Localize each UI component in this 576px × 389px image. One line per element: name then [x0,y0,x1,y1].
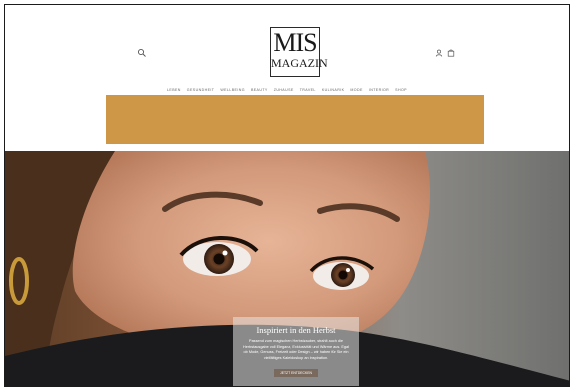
logo-line-2: MAGAZIN [271,56,328,70]
nav-item-mode[interactable]: MODE [350,88,362,92]
account-icon[interactable] [435,49,443,57]
search-icon[interactable] [137,48,147,58]
site-logo[interactable]: MIS MAGAZIN [270,27,328,77]
nav-item-wellbeing[interactable]: WELLBEING [220,88,245,92]
nav-item-interior[interactable]: INTERIOR [369,88,389,92]
hero-title: Inspiriert in den Herbst [256,325,336,335]
nav-item-zuhause[interactable]: ZUHAUSE [274,88,294,92]
main-navigation: LEBEN GESUNDHEIT WELLBEING BEAUTY ZUHAUS… [167,85,437,95]
cart-icon[interactable] [447,49,455,57]
nav-item-beauty[interactable]: BEAUTY [251,88,268,92]
hero-description: Passend zum magischen Herbstzauber, stra… [243,339,349,360]
promo-banner[interactable] [106,95,484,144]
discover-button[interactable]: JETZT ENTDECKEN [274,369,318,377]
nav-item-gesundheit[interactable]: GESUNDHEIT [187,88,215,92]
hero-card: Inspiriert in den Herbst Passend zum mag… [233,317,359,386]
logo-line-1: MIS [273,28,317,57]
nav-item-travel[interactable]: TRAVEL [300,88,316,92]
nav-item-kulinarik[interactable]: KULINARIK [322,88,345,92]
nav-item-leben[interactable]: LEBEN [167,88,181,92]
site-header: MIS MAGAZIN LEBEN GESUNDHEIT WELLBEING B… [5,5,569,151]
nav-item-shop[interactable]: SHOP [395,88,407,92]
browser-viewport: MIS MAGAZIN LEBEN GESUNDHEIT WELLBEING B… [4,4,570,387]
